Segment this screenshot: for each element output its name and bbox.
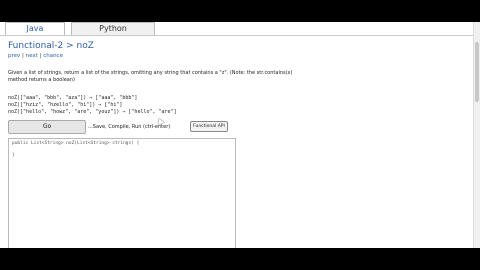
- language-tabs: Java Python: [5, 22, 161, 35]
- code-editor[interactable]: public List<String> noZ(List<String> str…: [8, 138, 236, 248]
- functional-api-button[interactable]: Functional API: [190, 121, 228, 132]
- go-button[interactable]: Go: [8, 120, 86, 134]
- example-3: noZ(["hello", "howz", "are", "youz"]) → …: [8, 109, 177, 115]
- example-2: noZ(["hziz", "hzello", "hi"]) → ["hi"]: [8, 102, 123, 108]
- chance-link[interactable]: chance: [43, 53, 63, 59]
- scrollbar-thumb[interactable]: [475, 42, 479, 102]
- header-divider: [0, 35, 474, 36]
- example-1: noZ(["aaa", "bbb", "aza"]) → ["aaa", "bb…: [8, 95, 138, 101]
- problem-nav: prev | next | chance: [8, 53, 63, 59]
- problem-title: Functional-2 > noZ: [8, 41, 94, 51]
- tab-java[interactable]: Java: [5, 22, 65, 35]
- problem-description: Given a list of strings, return a list o…: [8, 70, 293, 83]
- code-text[interactable]: public List<String> noZ(List<String> str…: [12, 141, 139, 159]
- prev-link[interactable]: prev: [8, 53, 20, 59]
- page: Java Python Functional-2 > noZ prev | ne…: [0, 22, 480, 248]
- page-scrollbar[interactable]: [473, 22, 480, 248]
- next-link[interactable]: next: [26, 53, 38, 59]
- tab-python[interactable]: Python: [71, 22, 155, 35]
- examples: noZ(["aaa", "bbb", "aza"]) → ["aaa", "bb…: [8, 95, 177, 116]
